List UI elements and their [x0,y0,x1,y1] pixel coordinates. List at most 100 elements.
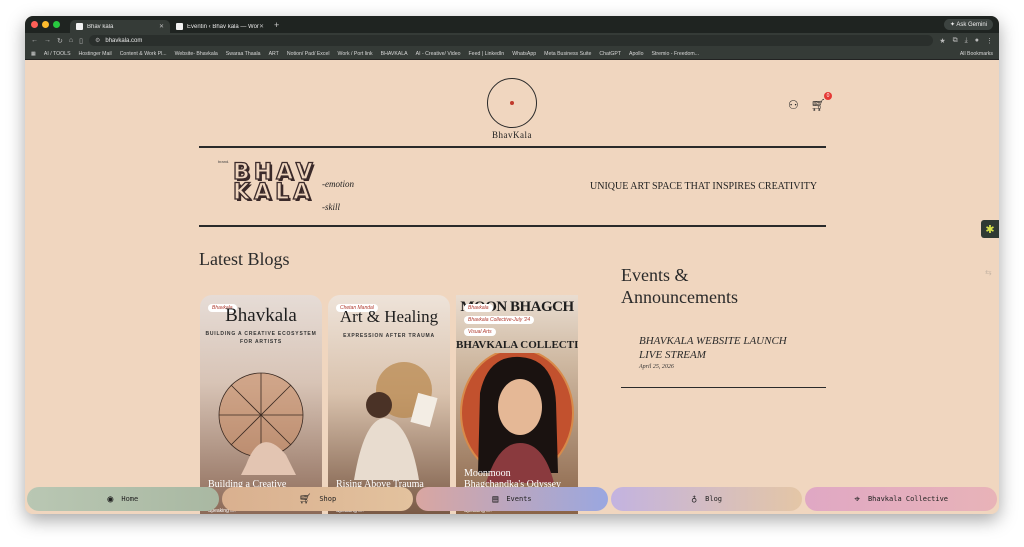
menu-icon[interactable]: ⋮ [986,37,993,45]
site-logo-text[interactable]: BhavKala [477,130,547,140]
bookmark-item[interactable]: Meta Business Suite [544,51,591,57]
brand-divider [199,225,826,227]
site-info-icon[interactable]: ⚙ [95,37,100,44]
nav-shop-button[interactable]: 🛒︎ Shop [221,487,414,511]
blog-card-subtitle-1: EXPRESSION AFTER TRAUMA [343,333,435,339]
logo-dot [510,101,514,105]
bookmark-item[interactable]: Website- Bhavkala [175,51,218,57]
bookmark-item[interactable]: Notion/ Pad/ Excel [287,51,330,57]
maximize-window-button[interactable] [53,21,60,28]
blog-card-subheading: BHAVKALA COLLECTIV [456,339,578,351]
browser-toolbar: ★ ⧉ ⤓ ● ⋮ [939,37,993,45]
event-item-date: April 25, 2026 [639,364,674,370]
nav-bhavkala-collective-button[interactable]: ⌖ Bhavkala Collective [805,487,997,511]
address-bar-row: ← → ↻ ⌂ ▯ ⚙ bhavkala.com ★ ⧉ ⤓ ● ⋮ [25,33,999,48]
url-field[interactable]: ⚙ bhavkala.com [88,35,934,46]
bottom-nav: ◉ Home 🛒︎ Shop ▤ Events ♁ Blog ⌖ Bhavkala Collect… [25,487,999,511]
bookmark-star-icon[interactable]: ★ [939,37,945,45]
new-tab-button[interactable]: + [274,20,279,30]
sidebar-icon[interactable]: ▯ [79,37,83,45]
brand-line-2: KALA [232,180,315,205]
blog-card-tag-collective[interactable]: Bhavkala Collective-July '24 [464,316,535,324]
profile-icon[interactable]: ● [975,37,979,45]
nav-label: Shop [319,495,337,503]
side-panel-icon[interactable]: ⇆ [985,268,997,280]
nav-label: Bhavkala Collective [867,495,949,503]
window-controls [31,21,60,28]
tab-bhavkala[interactable]: Bhav kala ✕ [70,20,170,33]
bookmark-item[interactable]: ChatGPT [599,51,621,57]
events-title-line-1: Events & [621,265,689,285]
reload-icon[interactable]: ↻ [57,37,63,45]
bookmark-item[interactable]: Hostinger Mail [79,51,112,57]
nav-label: Blog [705,495,723,503]
blog-card-tag-visual-arts[interactable]: Visual Arts [464,328,496,336]
bookmark-item[interactable]: AI - Creative/ Video [416,51,461,57]
blog-card-caption-line-1: Moonmoon [464,468,511,479]
user-icon[interactable]: ⚇ [788,98,799,112]
close-window-button[interactable] [31,21,38,28]
event-item-title[interactable]: BHAVKALA WEBSITE LAUNCH LIVE STREAM [639,334,809,362]
bulb-icon: ♁ [691,493,698,505]
tab-eventin[interactable]: Eventin ‹ Bhav kala — WordP ✕ [170,20,270,33]
nav-label: Events [506,495,532,503]
blog-card-heading: Bhavkala [225,305,297,326]
cart-icon: 🛒︎ [298,493,312,505]
brand-small-label: brand. [218,159,230,164]
blog-card-1[interactable]: Bhavkala Bhavkala BUILDING A CREATIVE EC… [200,295,322,514]
sparkle-extension-icon[interactable]: ✱ [981,220,999,238]
home-browser-icon[interactable]: ⌂ [69,37,73,44]
close-tab-icon[interactable]: ✕ [259,23,264,30]
download-icon[interactable]: ⤓ [965,37,968,45]
latest-blogs-title: Latest Blogs [199,249,290,269]
blog-card-tag[interactable]: Bhavkala [464,304,493,312]
bookmark-item[interactable]: WhatsApp [512,51,536,57]
bookmark-item[interactable]: BHAVKALA [381,51,408,57]
favicon-icon [76,23,83,30]
header-divider [199,146,826,148]
blog-card-illustration [218,372,304,475]
bookmark-item[interactable]: Apollo [629,51,643,57]
close-tab-icon[interactable]: ✕ [159,23,164,30]
bookmark-item[interactable]: Swaraa Thaala [226,51,261,57]
favicon-icon [176,23,183,30]
browser-window: Bhav kala ✕ Eventin ‹ Bhav kala — WordP … [25,16,999,514]
home-icon: ◉ [107,493,114,505]
cart-button[interactable]: 🛒︎ 0 [810,92,832,112]
logo-circle[interactable] [487,78,537,128]
bookmark-item[interactable]: Content & Work Pl... [120,51,167,57]
webpage: BhavKala ⚇ 🛒︎ 0 brand. BHAV KALA -emotio… [25,60,999,514]
cart-count-badge: 0 [824,92,832,100]
url-text: bhavkala.com [105,37,143,44]
brand-wordmark: BHAV KALA [232,161,317,205]
ask-gemini-label: Ask Gemini [956,22,987,28]
location-icon: ⌖ [854,493,860,505]
bookmark-item[interactable]: Work / Port link [338,51,373,57]
tagline: UNIQUE ART SPACE THAT INSPIRES CREATIVIT… [590,181,818,192]
film-icon: ▤ [492,493,499,505]
bookmarks-bar: ▦ AI / TOOLS Hostinger Mail Content & Work … [25,48,999,60]
cart-icon: 🛒︎ [810,98,826,112]
tab-bar: Bhav kala ✕ Eventin ‹ Bhav kala — WordP … [25,16,999,33]
tab-label: Eventin ‹ Bhav kala — WordP [187,23,259,30]
extensions-icon[interactable]: ⧉ [953,37,958,45]
ask-gemini-button[interactable]: ✦ Ask Gemini [943,19,993,30]
back-icon[interactable]: ← [31,37,38,44]
blog-card-2[interactable]: Chetan Mandal Art & Healing EXPRESSION A… [328,295,450,514]
apps-icon[interactable]: ▦ [31,51,36,57]
bookmark-item[interactable]: ART [269,51,279,57]
nav-blog-button[interactable]: ♁ Blog [610,487,803,511]
forward-icon[interactable]: → [44,37,51,44]
all-bookmarks-button[interactable]: All Bookmarks [960,51,993,57]
nav-home-button[interactable]: ◉ Home [27,487,219,511]
blog-card-subtitle-2: FOR ARTISTS [240,339,282,345]
bookmark-item[interactable]: Stremio - Freedom... [651,51,699,57]
nav-label: Home [121,495,139,503]
blog-card-3[interactable]: MOON BHAGCH Bhavkala Bhavkala Collective… [456,295,578,514]
minimize-window-button[interactable] [42,21,49,28]
bookmark-item[interactable]: Feed | LinkedIn [469,51,505,57]
blog-card-subtitle-1: BUILDING A CREATIVE ECOSYSTEM [205,331,317,337]
nav-events-button[interactable]: ▤ Events [416,487,608,511]
bookmark-item[interactable]: AI / TOOLS [44,51,71,57]
header-actions: ⚇ 🛒︎ 0 [788,92,832,112]
